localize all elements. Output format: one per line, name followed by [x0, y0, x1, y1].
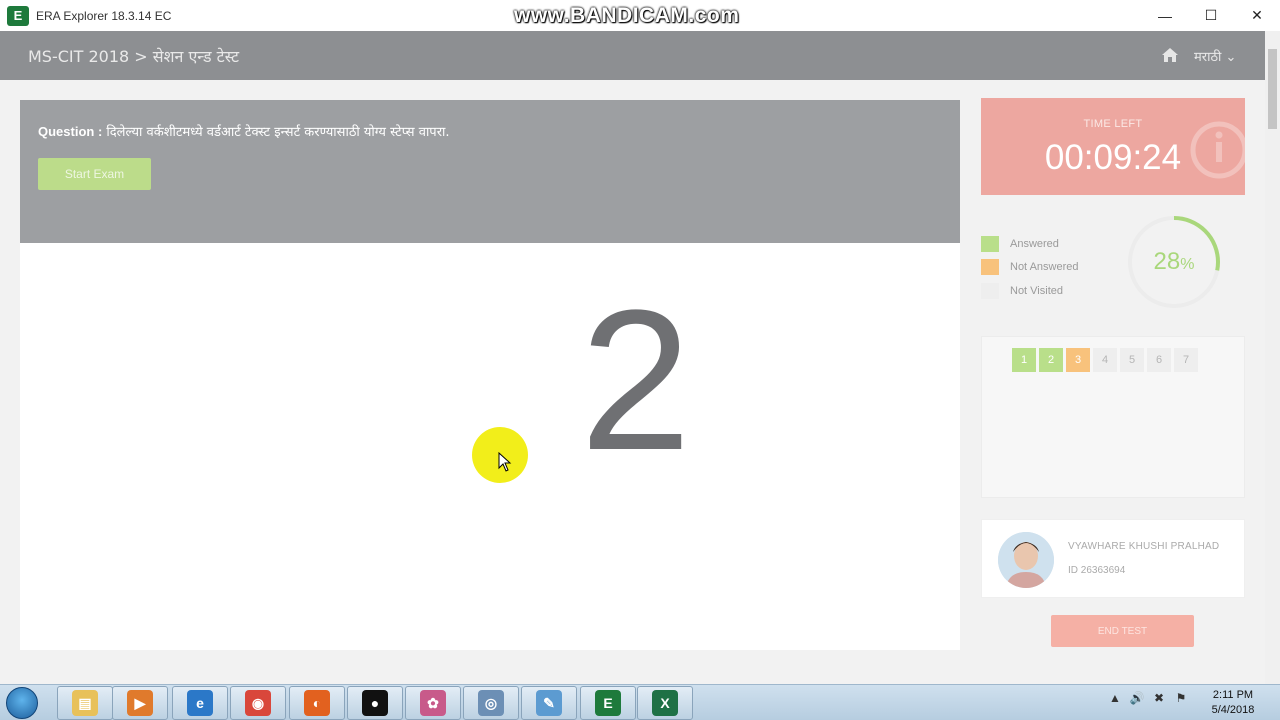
window-titlebar: E ERA Explorer 18.3.14 EC www.BANDICAM.c… — [0, 0, 1280, 31]
firefox-icon: ◐ — [304, 690, 330, 716]
student-profile: VYAWHARE KHUSHI PRALHAD ID 26363694 — [981, 519, 1245, 598]
status-legend: Answered Not Answered Not Visited — [981, 232, 1078, 303]
legend-not-visited: Not Visited — [981, 279, 1078, 303]
system-tray: ▲ 🔊 ✖ ⚑ — [1108, 691, 1188, 705]
avatar — [998, 532, 1054, 588]
network-icon[interactable]: ✖ — [1152, 691, 1166, 705]
taskbar-app-button[interactable]: ◉ — [230, 686, 286, 720]
taskbar-app-button[interactable]: e — [172, 686, 228, 720]
question-number-2[interactable]: 2 — [1039, 348, 1063, 372]
taskbar-app-button[interactable]: ◎ — [463, 686, 519, 720]
home-icon[interactable] — [1161, 47, 1179, 63]
question-number-5[interactable]: 5 — [1120, 348, 1144, 372]
legend-answered: Answered — [981, 232, 1078, 256]
taskbar-app-button[interactable]: ✎ — [521, 686, 577, 720]
clock-date: 5/4/2018 — [1211, 704, 1255, 716]
action-center-icon[interactable]: ⚑ — [1174, 691, 1188, 705]
chrome-icon: ◉ — [245, 690, 271, 716]
paint-icon: ✎ — [536, 690, 562, 716]
question-palette: 1234567 — [981, 336, 1245, 498]
volume-icon[interactable]: 🔊 — [1130, 691, 1145, 705]
era-logo-icon: E — [7, 5, 29, 26]
tray-expand-icon[interactable]: ▲ — [1108, 691, 1122, 705]
question-number-3[interactable]: 3 — [1066, 348, 1090, 372]
question-label: Question : — [38, 124, 103, 139]
breadcrumb: MS-CIT 2018 > सेशन एन्ड टेस्ट — [28, 47, 240, 66]
windows-taskbar: ▤ ▶ e ◉ ◐ ● ✿ ◎ ✎ E X ▲ 🔊 ✖ ⚑ 2:11 PM 5/4/2018 — [0, 684, 1280, 720]
taskbar-clock[interactable]: 2:11 PM 5/4/2018 — [1204, 688, 1262, 718]
question-number-1[interactable]: 1 — [1012, 348, 1036, 372]
countdown-area: 2 — [20, 243, 960, 650]
window-controls: — ☐ ✕ — [1142, 0, 1280, 31]
answered-swatch — [981, 235, 999, 252]
info-icon — [1190, 121, 1245, 179]
taskbar-app-button[interactable]: ● — [347, 686, 403, 720]
question-text: Question : दिलेल्या वर्कशीटमध्ये वर्डआर्… — [38, 122, 450, 140]
progress-unit: % — [1180, 256, 1195, 273]
clock-time: 2:11 PM — [1212, 689, 1254, 701]
question-body: दिलेल्या वर्कशीटमध्ये वर्डआर्ट टेक्स्ट इ… — [102, 125, 450, 140]
disc-icon: ◎ — [478, 690, 504, 716]
internet-explorer-icon: e — [187, 690, 213, 716]
window-title: ERA Explorer 18.3.14 EC — [36, 8, 172, 23]
taskbar-app-button[interactable]: E — [580, 686, 636, 720]
era-explorer-icon: E — [595, 690, 621, 716]
maximize-button[interactable]: ☐ — [1188, 0, 1234, 31]
bandicam-watermark: www.BANDICAM.com — [514, 4, 740, 27]
taskbar-app-button[interactable]: ▤ — [57, 686, 113, 720]
student-id: ID 26363694 — [1068, 565, 1126, 576]
question-number-4[interactable]: 4 — [1093, 348, 1117, 372]
legend-label: Answered — [1010, 237, 1059, 250]
taskbar-app-button[interactable]: ✿ — [405, 686, 461, 720]
close-button[interactable]: ✕ — [1234, 0, 1280, 31]
media-player-icon: ▶ — [127, 690, 153, 716]
end-test-button[interactable]: END TEST — [1051, 615, 1194, 647]
not-visited-swatch — [981, 282, 999, 299]
legend-label: Not Visited — [1010, 284, 1063, 297]
legend-label: Not Answered — [1010, 261, 1079, 274]
bandicam-icon: ● — [362, 690, 388, 716]
question-number-7[interactable]: 7 — [1174, 348, 1198, 372]
palette-grid: 1234567 — [1012, 348, 1198, 372]
question-number-6[interactable]: 6 — [1147, 348, 1171, 372]
countdown-number: 2 — [580, 269, 692, 492]
student-name: VYAWHARE KHUSHI PRALHAD — [1068, 541, 1220, 552]
not-answered-swatch — [981, 259, 999, 276]
windows-start-icon[interactable] — [6, 687, 38, 719]
language-dropdown[interactable]: मराठी ⌄ — [1194, 47, 1236, 65]
file-explorer-icon: ▤ — [72, 690, 98, 716]
minimize-button[interactable]: — — [1142, 0, 1188, 31]
legend-not-answered: Not Answered — [981, 256, 1078, 280]
timer-box: TIME LEFT 00:09:24 — [981, 98, 1245, 195]
progress-value: 28 — [1153, 248, 1181, 275]
progress-percent: 28% — [1126, 248, 1222, 276]
start-exam-button[interactable]: Start Exam — [38, 158, 151, 190]
photo-app-icon: ✿ — [420, 690, 446, 716]
taskbar-app-button[interactable]: ◐ — [289, 686, 345, 720]
taskbar-app-button[interactable]: ▶ — [112, 686, 168, 720]
mouse-cursor-icon — [498, 452, 512, 472]
taskbar-app-button[interactable]: X — [637, 686, 693, 720]
vertical-scrollbar[interactable] — [1265, 31, 1280, 684]
app-header: MS-CIT 2018 > सेशन एन्ड टेस्ट मराठी ⌄ — [0, 31, 1265, 80]
question-panel: Question : दिलेल्या वर्कशीटमध्ये वर्डआर्… — [20, 100, 960, 243]
scrollbar-thumb[interactable] — [1268, 49, 1277, 129]
excel-icon: X — [652, 690, 678, 716]
